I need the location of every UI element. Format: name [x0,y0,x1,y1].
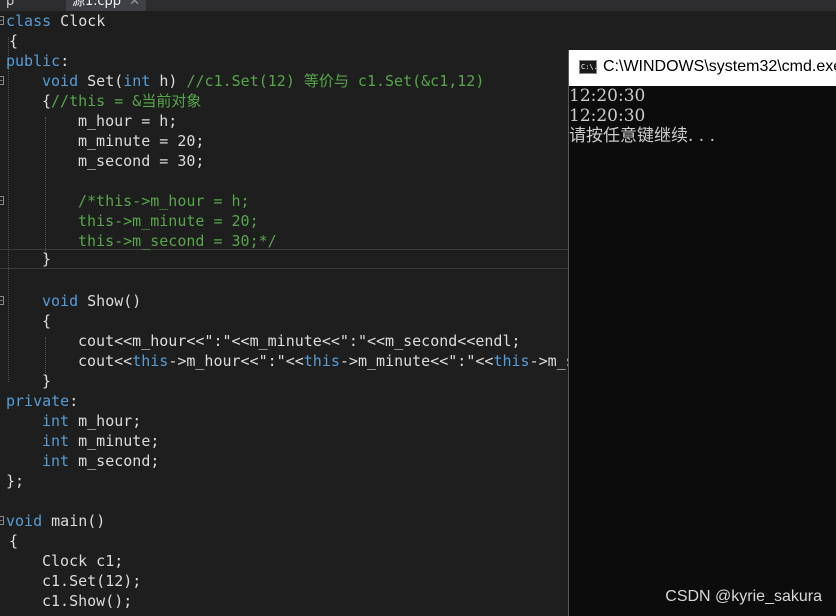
code-token: int [42,452,70,470]
code-line: { [0,32,19,50]
watermark: CSDN @kyrie_sakura [665,588,822,605]
code-token: m_hour; [69,412,142,430]
code-token: Clock [51,12,106,30]
code-line: } [42,372,52,390]
code-token: h) [150,72,187,90]
tab-source-file[interactable]: 源1.cpp ✕ [66,0,146,11]
close-icon[interactable]: ✕ [129,0,140,9]
code-line: void Set(int h) //c1.Set(12) 等价与 c1.Set(… [42,71,484,91]
code-comment: //c1.Set(12) 等价与 c1.Set(&c1,12) [186,72,485,90]
code-token: int [123,72,151,90]
indent-guide [45,117,47,259]
code-token: int [42,412,70,430]
code-comment: this->m_minute = 20; [78,212,259,230]
current-line-highlight [0,249,570,269]
code-token: void [6,512,43,530]
code-comment: this->m_second = 30;*/ [78,232,277,250]
code-line: c1.Show(); [42,592,133,610]
fold-toggle-icon[interactable]: − [0,76,4,85]
code-line: m_hour = h; [78,112,178,130]
code-token: void [42,72,79,90]
code-line: }; [6,472,25,490]
console-title-bar[interactable]: C:\. C:\WINDOWS\system32\cmd.exe [569,50,836,86]
code-token: private [6,392,70,410]
console-title: C:\WINDOWS\system32\cmd.exe [603,58,836,75]
code-line: m_minute = 20; [78,132,205,150]
editor-tab-strip: p 源1.cpp ✕ [0,0,836,11]
code-token: public [6,52,61,70]
code-token: : [69,392,79,410]
code-line: void main() [6,511,105,531]
console-output: 12:20:30 12:20:30 请按任意键继续. . . [569,86,836,146]
code-line: { [42,312,52,330]
code-token: void [42,292,79,310]
cmd-icon: C:\. [579,60,598,74]
code-token: main() [42,512,106,530]
code-line: cout<<m_hour<<":"<<m_minute<<":"<<m_seco… [78,332,521,350]
code-line: int m_hour; [42,411,141,431]
fold-toggle-icon[interactable]: − [0,296,4,305]
console-output-line: 12:20:30 [569,106,646,126]
indent-guide [8,37,10,382]
code-line: cout<<this->m_hour<<":"<<this->m_minute<… [78,351,575,371]
code-line: int m_second; [42,451,159,471]
code-line: { [0,532,19,550]
tab-label: 源1.cpp [72,0,122,9]
code-line: public: [6,51,69,71]
tab-label: p [6,0,15,9]
fold-toggle-icon[interactable]: − [0,16,4,25]
code-token: Show() [78,292,142,310]
code-comment: //this = &当前对象 [51,92,202,110]
console-output-line: 请按任意键继续. . . [569,126,716,146]
code-line: m_second = 30; [78,152,205,170]
code-token: : [60,52,70,70]
code-line: void Show() [42,291,141,311]
tab-previous[interactable]: p [0,0,21,11]
code-comment: /*this->m_hour = h; [78,192,250,210]
code-token: m_second; [69,452,160,470]
code-line: Clock c1; [42,552,124,570]
code-token: int [42,432,70,450]
code-token: this [303,352,340,370]
code-line: {//this = &当前对象 [42,91,201,111]
console-output-line: 12:20:30 [569,86,646,106]
code-token: ->m_hour<<":"<< [168,352,304,370]
code-token: this [493,352,530,370]
code-line: class Clock [6,11,105,31]
code-line: int m_minute; [42,431,159,451]
code-token: this [132,352,169,370]
code-line: c1.Set(12); [42,572,142,590]
code-token: class [6,12,52,30]
fold-toggle-icon[interactable]: − [0,516,4,525]
code-line: } [42,250,52,268]
code-token: cout<< [78,352,133,370]
console-window[interactable]: C:\. C:\WINDOWS\system32\cmd.exe 12:20:3… [568,50,836,616]
code-token: { [42,92,52,110]
code-line: private: [6,391,78,411]
fold-toggle-icon[interactable]: − [0,196,4,205]
code-token: ->m_minute<<":"<< [339,352,494,370]
code-token: Set( [78,72,124,90]
code-token: m_minute; [69,432,160,450]
